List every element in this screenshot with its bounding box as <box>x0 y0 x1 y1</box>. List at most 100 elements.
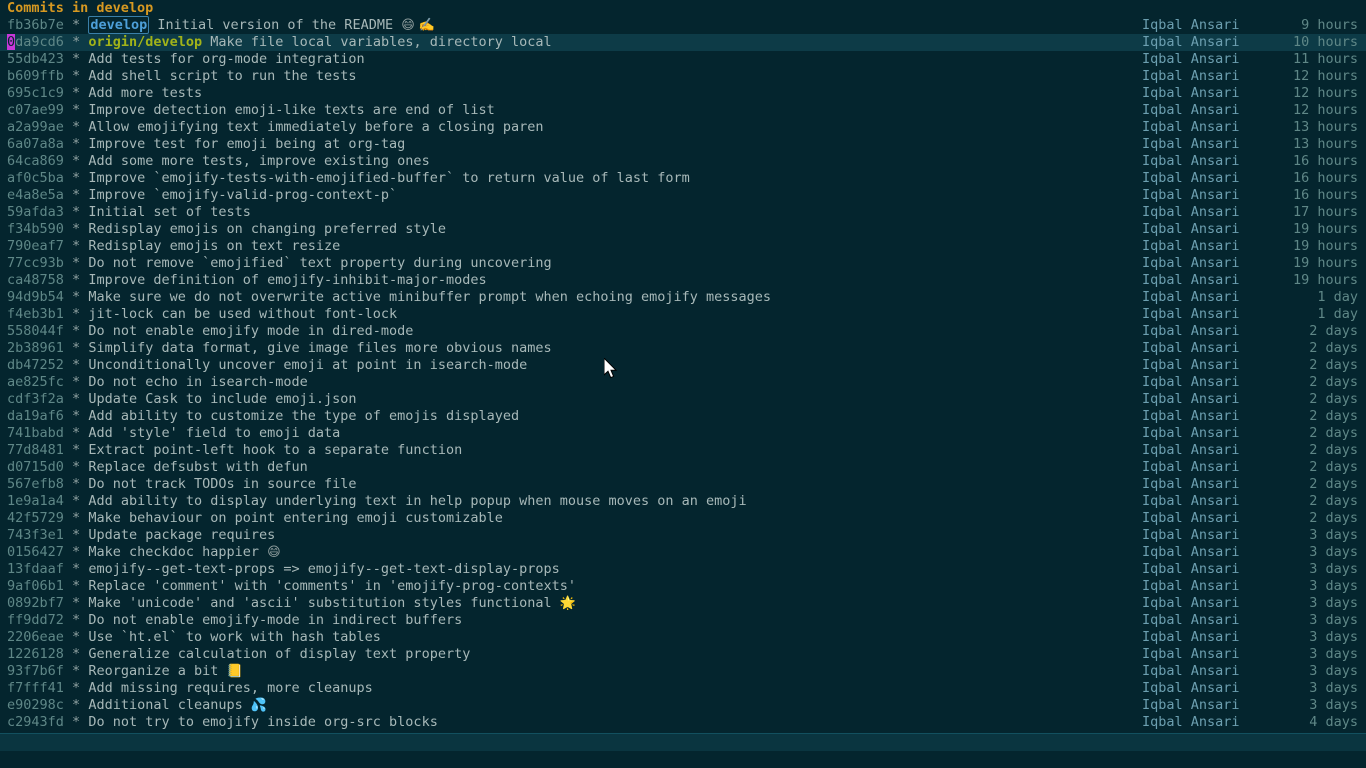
commit-row[interactable]: 77cc93b * Do not remove `emojified` text… <box>0 255 1366 272</box>
commit-hash[interactable]: e90298c <box>7 697 64 713</box>
commit-row[interactable]: fb36b7e * develop Initial version of the… <box>0 16 1366 34</box>
commit-message: Do not echo in isearch-mode <box>88 374 308 390</box>
commit-hash[interactable]: 741babd <box>7 425 64 441</box>
commit-hash[interactable]: d0715d0 <box>7 459 64 475</box>
commit-hash[interactable]: af0c5ba <box>7 170 64 186</box>
remote-branch-label[interactable]: origin/develop <box>88 34 202 50</box>
commit-row[interactable]: db47252 * Unconditionally uncover emoji … <box>0 357 1366 374</box>
commit-message: Redisplay emojis on text resize <box>88 238 341 254</box>
commit-row[interactable]: c07ae99 * Improve detection emoji-like t… <box>0 102 1366 119</box>
commit-row[interactable]: e4a8e5a * Improve `emojify-valid-prog-co… <box>0 187 1366 204</box>
commit-message: Replace 'comment' with 'comments' in 'em… <box>88 578 576 594</box>
commit-hash[interactable]: 2206eae <box>7 629 64 645</box>
commit-row[interactable]: 743f3e1 * Update package requires Iqbal A… <box>0 527 1366 544</box>
commit-row[interactable]: a2a99ae * Allow emojifying text immediat… <box>0 119 1366 136</box>
commit-message: Make 'unicode' and 'ascii' substitution … <box>88 595 552 611</box>
commit-row[interactable]: cdf3f2a * Update Cask to include emoji.j… <box>0 391 1366 408</box>
commit-hash[interactable]: 13fdaaf <box>7 561 64 577</box>
commit-row[interactable]: 0892bf7 * Make 'unicode' and 'ascii' sub… <box>0 595 1366 612</box>
commit-hash[interactable]: ae825fc <box>7 374 64 390</box>
commit-row[interactable]: 2b38961 * Simplify data format, give ima… <box>0 340 1366 357</box>
commit-row[interactable]: 2206eae * Use `ht.el` to work with hash … <box>0 629 1366 646</box>
commit-hash[interactable]: 790eaf7 <box>7 238 64 254</box>
commit-hash[interactable]: 743f3e1 <box>7 527 64 543</box>
commit-hash[interactable]: 55db423 <box>7 51 64 67</box>
commit-hash[interactable]: a2a99ae <box>7 119 64 135</box>
commit-row[interactable]: c2943fd * Do not try to emojify inside o… <box>0 714 1366 731</box>
local-branch-label[interactable]: develop <box>88 16 150 34</box>
commit-hash[interactable]: da19af6 <box>7 408 64 424</box>
commit-row[interactable]: 55db423 * Add tests for org-mode integra… <box>0 51 1366 68</box>
commit-hash[interactable]: ff9dd72 <box>7 612 64 628</box>
commit-row[interactable]: 42f5729 * Make behaviour on point enteri… <box>0 510 1366 527</box>
commit-hash[interactable]: 6a07a8a <box>7 136 64 152</box>
commit-hash[interactable]: 0156427 <box>7 544 64 560</box>
commit-graph-marker: * <box>72 697 81 713</box>
commit-row[interactable]: 790eaf7 * Redisplay emojis on text resiz… <box>0 238 1366 255</box>
commit-row[interactable]: 0da9cd6 * origin/develop Make file local… <box>0 34 1366 51</box>
commit-row[interactable]: b609ffb * Add shell script to run the te… <box>0 68 1366 85</box>
commit-hash[interactable]: ca48758 <box>7 272 64 288</box>
echo-area[interactable] <box>0 751 1366 768</box>
commit-hash[interactable]: e4a8e5a <box>7 187 64 203</box>
commit-hash[interactable]: f4eb3b1 <box>7 306 64 322</box>
commit-hash[interactable]: 77d8481 <box>7 442 64 458</box>
commit-message: Add shell script to run the tests <box>88 68 357 84</box>
commit-row[interactable]: 64ca869 * Add some more tests, improve e… <box>0 153 1366 170</box>
commit-hash[interactable]: 0892bf7 <box>7 595 64 611</box>
commit-row[interactable]: f34b590 * Redisplay emojis on changing p… <box>0 221 1366 238</box>
commit-hash[interactable]: 93f7b6f <box>7 663 64 679</box>
commit-hash[interactable]: f7fff41 <box>7 680 64 696</box>
section-header-commits[interactable]: Commits in develop <box>0 0 1366 17</box>
commit-row[interactable]: da19af6 * Add ability to customize the t… <box>0 408 1366 425</box>
commit-row[interactable]: f7fff41 * Add missing requires, more cle… <box>0 680 1366 697</box>
commit-row[interactable]: 6a07a8a * Improve test for emoji being a… <box>0 136 1366 153</box>
commit-hash[interactable]: cdf3f2a <box>7 391 64 407</box>
commit-hash[interactable]: c2943fd <box>7 714 64 730</box>
commit-hash[interactable]: 2b38961 <box>7 340 64 356</box>
commit-hash[interactable]: 64ca869 <box>7 153 64 169</box>
commit-row[interactable]: 0156427 * Make checkdoc happier 😄 Iqbal A… <box>0 544 1366 561</box>
commit-hash[interactable]: fb36b7e <box>7 17 64 33</box>
commit-hash[interactable]: 42f5729 <box>7 510 64 526</box>
commit-hash[interactable]: 94d9b54 <box>7 289 64 305</box>
commit-hash[interactable]: 9af06b1 <box>7 578 64 594</box>
commit-hash[interactable]: 567efb8 <box>7 476 64 492</box>
commit-row[interactable]: 93f7b6f * Reorganize a bit 📒 Iqbal Ansari… <box>0 663 1366 680</box>
commit-list[interactable]: fb36b7e * develop Initial version of the… <box>0 16 1366 731</box>
commit-hash[interactable]: 695c1c9 <box>7 85 64 101</box>
commit-row[interactable]: 13fdaaf * emojify--get-text-props => emo… <box>0 561 1366 578</box>
commit-row[interactable]: ca48758 * Improve definition of emojify-… <box>0 272 1366 289</box>
commit-graph-marker: * <box>72 714 81 730</box>
commit-hash[interactable]: 1226128 <box>7 646 64 662</box>
commit-author: Iqbal Ansari <box>1142 476 1240 492</box>
commit-hash[interactable]: 0da9cd6 <box>7 34 64 50</box>
commit-row[interactable]: e90298c * Additional cleanups 💦 Iqbal Ans… <box>0 697 1366 714</box>
commit-author: Iqbal Ansari <box>1142 17 1240 33</box>
commit-row[interactable]: ff9dd72 * Do not enable emojify-mode in … <box>0 612 1366 629</box>
commit-hash[interactable]: b609ffb <box>7 68 64 84</box>
emacs-frame: Commits in develop fb36b7e * develop Ini… <box>0 0 1366 768</box>
commit-row[interactable]: f4eb3b1 * jit-lock can be used without f… <box>0 306 1366 323</box>
commit-row[interactable]: 1e9a1a4 * Add ability to display underly… <box>0 493 1366 510</box>
commit-row[interactable]: 567efb8 * Do not track TODOs in source f… <box>0 476 1366 493</box>
commit-hash[interactable]: 558044f <box>7 323 64 339</box>
commit-row[interactable]: 77d8481 * Extract point-left hook to a s… <box>0 442 1366 459</box>
commit-row[interactable]: 695c1c9 * Add more tests Iqbal Ansari 12 h… <box>0 85 1366 102</box>
magit-log-buffer[interactable]: Commits in develop fb36b7e * develop Ini… <box>0 0 1366 733</box>
commit-row[interactable]: 1226128 * Generalize calculation of disp… <box>0 646 1366 663</box>
commit-row[interactable]: 741babd * Add 'style' field to emoji dat… <box>0 425 1366 442</box>
commit-hash[interactable]: f34b590 <box>7 221 64 237</box>
commit-hash[interactable]: 77cc93b <box>7 255 64 271</box>
commit-hash[interactable]: 59afda3 <box>7 204 64 220</box>
commit-row[interactable]: af0c5ba * Improve `emojify-tests-with-em… <box>0 170 1366 187</box>
commit-row[interactable]: 94d9b54 * Make sure we do not overwrite … <box>0 289 1366 306</box>
commit-hash[interactable]: c07ae99 <box>7 102 64 118</box>
commit-row[interactable]: 558044f * Do not enable emojify mode in … <box>0 323 1366 340</box>
commit-hash[interactable]: db47252 <box>7 357 64 373</box>
commit-hash[interactable]: 1e9a1a4 <box>7 493 64 509</box>
commit-row[interactable]: ae825fc * Do not echo in isearch-mode Iqb… <box>0 374 1366 391</box>
commit-row[interactable]: 59afda3 * Initial set of tests Iqbal Ansa… <box>0 204 1366 221</box>
commit-row[interactable]: 9af06b1 * Replace 'comment' with 'commen… <box>0 578 1366 595</box>
commit-row[interactable]: d0715d0 * Replace defsubst with defun Iqb… <box>0 459 1366 476</box>
